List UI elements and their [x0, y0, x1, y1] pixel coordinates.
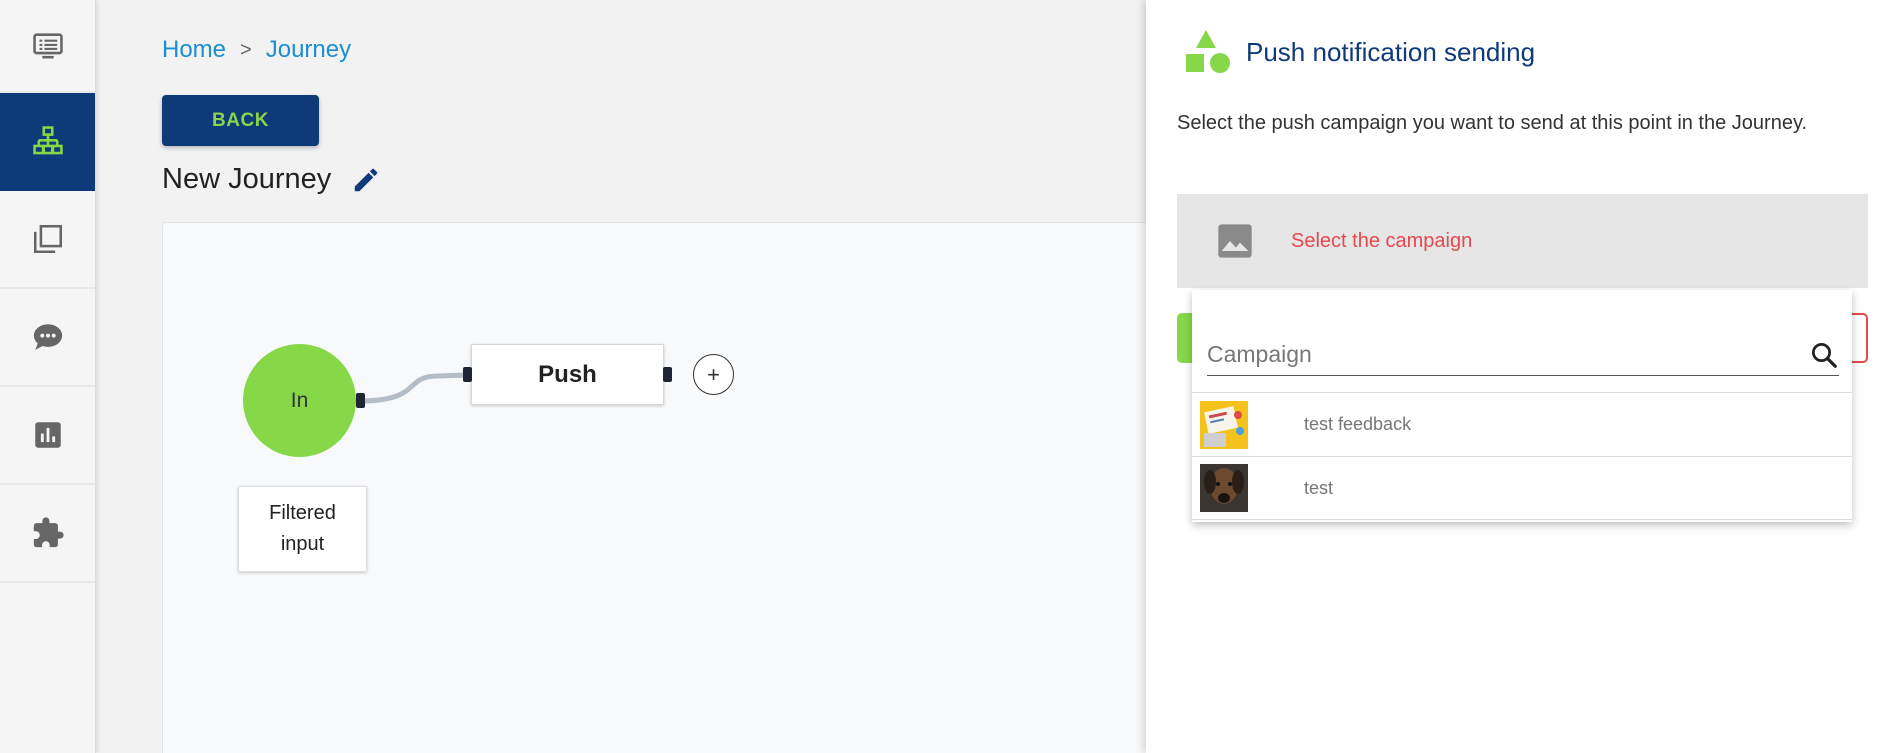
- breadcrumb: Home > Journey: [162, 36, 351, 64]
- add-node-button[interactable]: +: [693, 354, 734, 395]
- panel-title: Push notification sending: [1246, 36, 1536, 67]
- breadcrumb-journey[interactable]: Journey: [266, 36, 351, 64]
- campaign-option[interactable]: test feedback: [1192, 392, 1852, 456]
- sidebar-item-copies[interactable]: [0, 191, 95, 289]
- list-icon: [32, 32, 63, 58]
- campaign-search: [1207, 334, 1839, 376]
- campaign-thumbnail: [1200, 464, 1248, 512]
- campaign-option-label: test feedback: [1304, 414, 1412, 434]
- journey-canvas[interactable]: In Push + Filtered input: [162, 222, 1162, 753]
- push-node-output-port[interactable]: [663, 367, 672, 382]
- plus-icon: +: [707, 361, 720, 387]
- push-config-panel: Push notification sending Select the pus…: [1146, 0, 1877, 753]
- page-title: New Journey: [162, 163, 332, 195]
- sidebar-item-messages[interactable]: [0, 289, 95, 387]
- campaign-option[interactable]: test: [1192, 456, 1852, 520]
- sidebar-item-list[interactable]: [0, 0, 95, 93]
- push-node[interactable]: Push: [471, 344, 664, 405]
- breadcrumb-home[interactable]: Home: [162, 36, 226, 64]
- panel-header: Push notification sending: [1182, 28, 1535, 76]
- title-row: New Journey: [162, 163, 381, 196]
- back-button[interactable]: BACK: [162, 95, 319, 146]
- puzzle-icon: [33, 517, 64, 548]
- panel-description: Select the push campaign you want to sen…: [1177, 112, 1808, 134]
- sidebar-item-analytics[interactable]: [0, 387, 95, 485]
- campaign-thumbnail: [1200, 400, 1248, 449]
- chat-icon: [33, 324, 62, 350]
- push-node-input-port[interactable]: [463, 367, 472, 382]
- sidebar: [0, 0, 96, 753]
- shapes-icon: [1182, 28, 1232, 76]
- in-node-output-port[interactable]: [356, 393, 365, 408]
- campaign-search-input[interactable]: [1207, 341, 1809, 368]
- campaign-dropdown: test feedback test: [1192, 290, 1852, 522]
- push-node-label: Push: [538, 360, 597, 388]
- campaign-option-label: test: [1304, 477, 1334, 498]
- copy-icon: [33, 224, 62, 254]
- breadcrumb-separator: >: [240, 38, 252, 61]
- in-node-label: In: [290, 388, 309, 412]
- filtered-input-label: Filtered input: [238, 486, 367, 572]
- image-placeholder-icon: [1215, 221, 1255, 261]
- campaign-select-label: Select the campaign: [1291, 229, 1473, 252]
- sidebar-item-plugins[interactable]: [0, 485, 95, 583]
- pencil-icon[interactable]: [351, 165, 381, 195]
- search-icon[interactable]: [1809, 340, 1839, 370]
- bar-chart-icon: [34, 422, 61, 448]
- in-node[interactable]: In: [243, 344, 356, 457]
- campaign-select[interactable]: Select the campaign: [1177, 194, 1868, 288]
- sidebar-item-journey[interactable]: [0, 93, 95, 191]
- sitemap-icon: [32, 126, 63, 155]
